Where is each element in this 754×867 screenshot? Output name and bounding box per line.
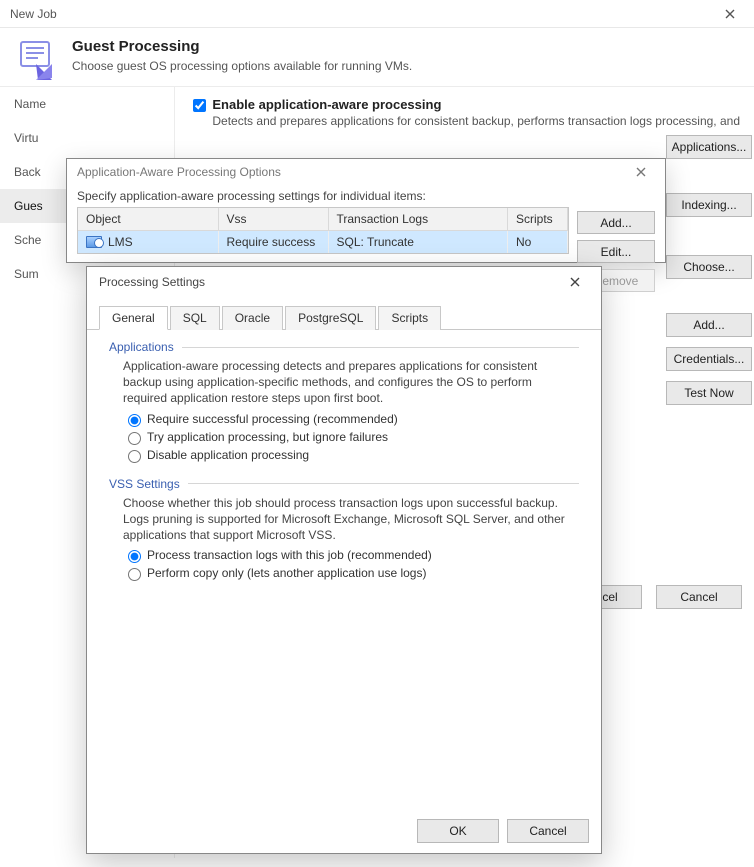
radio-try-ignore-input[interactable] <box>128 432 141 445</box>
window-close-button[interactable] <box>712 2 748 26</box>
proc-footer: OK Cancel <box>87 809 601 853</box>
enable-app-aware-row: Enable application-aware processing Dete… <box>189 97 740 128</box>
close-icon <box>725 9 735 19</box>
radio-try-ignore[interactable]: Try application processing, but ignore f… <box>123 429 579 445</box>
step-virtual-machines[interactable]: Virtu <box>0 121 174 155</box>
aware-add-button[interactable]: Add... <box>577 211 655 234</box>
tab-general[interactable]: General <box>99 306 168 330</box>
close-icon <box>636 167 646 177</box>
guest-processing-icon <box>16 38 58 80</box>
radio-try-ignore-label: Try application processing, but ignore f… <box>147 430 388 444</box>
vss-group: VSS Settings Choose whether this job sho… <box>109 477 579 584</box>
col-scripts[interactable]: Scripts <box>508 208 568 231</box>
table-header-row: Object Vss Transaction Logs Scripts <box>78 208 568 231</box>
proc-tabs: General SQL Oracle PostgreSQL Scripts <box>87 305 601 330</box>
tab-oracle[interactable]: Oracle <box>222 306 283 330</box>
radio-copy-only-label: Perform copy only (lets another applicat… <box>147 566 426 580</box>
radio-require-success-input[interactable] <box>128 414 141 427</box>
add-button[interactable]: Add... <box>666 313 752 337</box>
col-object[interactable]: Object <box>78 208 218 231</box>
app-aware-options-dialog: Application-Aware Processing Options Spe… <box>66 158 666 263</box>
radio-disable-input[interactable] <box>128 450 141 463</box>
page-title: Guest Processing <box>72 38 412 55</box>
proc-ok-button[interactable]: OK <box>417 819 499 843</box>
cell-txlogs: SQL: Truncate <box>328 231 508 254</box>
indexing-button[interactable]: Indexing... <box>666 193 752 217</box>
wizard-header: Guest Processing Choose guest OS process… <box>0 28 754 87</box>
enable-app-aware-checkbox[interactable] <box>193 99 206 112</box>
right-button-column: Applications... Indexing... Choose... Ad… <box>666 135 752 405</box>
vm-icon <box>86 236 102 248</box>
window-title: New Job <box>10 7 57 21</box>
applications-description: Application-aware processing detects and… <box>123 358 579 407</box>
vss-description: Choose whether this job should process t… <box>123 495 579 544</box>
proc-content: Applications Application-aware processin… <box>87 330 601 809</box>
radio-disable-label: Disable application processing <box>147 448 309 462</box>
applications-legend: Applications <box>109 340 174 354</box>
credentials-button[interactable]: Credentials... <box>666 347 752 371</box>
radio-process-logs-input[interactable] <box>128 550 141 563</box>
applications-group: Applications Application-aware processin… <box>109 340 579 465</box>
col-txlogs[interactable]: Transaction Logs <box>328 208 508 231</box>
app-aware-title: Application-Aware Processing Options <box>77 165 281 179</box>
app-aware-close-button[interactable] <box>623 161 659 183</box>
proc-titlebar: Processing Settings <box>87 267 601 297</box>
proc-cancel-button[interactable]: Cancel <box>507 819 589 843</box>
cell-vss: Require success <box>218 231 328 254</box>
enable-app-aware-desc: Detects and prepares applications for co… <box>212 114 740 128</box>
enable-app-aware-label: Enable application-aware processing <box>212 97 740 112</box>
col-vss[interactable]: Vss <box>218 208 328 231</box>
aware-edit-button[interactable]: Edit... <box>577 240 655 263</box>
radio-disable[interactable]: Disable application processing <box>123 447 579 463</box>
test-now-button[interactable]: Test Now <box>666 381 752 405</box>
table-row[interactable]: LMS Require success SQL: Truncate No <box>78 231 568 254</box>
radio-require-success-label: Require successful processing (recommend… <box>147 412 398 426</box>
applications-button[interactable]: Applications... <box>666 135 752 159</box>
radio-require-success[interactable]: Require successful processing (recommend… <box>123 411 579 427</box>
window-titlebar: New Job <box>0 0 754 28</box>
cell-object: LMS <box>78 231 218 254</box>
page-subtitle: Choose guest OS processing options avail… <box>72 59 412 73</box>
app-aware-caption: Specify application-aware processing set… <box>67 185 665 207</box>
radio-process-logs-label: Process transaction logs with this job (… <box>147 548 432 562</box>
wizard-cancel-button[interactable]: Cancel <box>656 585 742 609</box>
proc-title: Processing Settings <box>99 275 205 289</box>
choose-button[interactable]: Choose... <box>666 255 752 279</box>
close-icon <box>570 277 580 287</box>
radio-copy-only[interactable]: Perform copy only (lets another applicat… <box>123 565 579 581</box>
tab-sql[interactable]: SQL <box>170 306 220 330</box>
app-aware-table: Object Vss Transaction Logs Scripts LMS … <box>77 207 569 254</box>
tab-postgresql[interactable]: PostgreSQL <box>285 306 376 330</box>
radio-process-logs[interactable]: Process transaction logs with this job (… <box>123 547 579 563</box>
vss-legend: VSS Settings <box>109 477 180 491</box>
cell-object-text: LMS <box>108 235 133 249</box>
proc-close-button[interactable] <box>557 270 593 294</box>
tab-scripts[interactable]: Scripts <box>378 306 441 330</box>
radio-copy-only-input[interactable] <box>128 568 141 581</box>
app-aware-titlebar: Application-Aware Processing Options <box>67 159 665 185</box>
processing-settings-dialog: Processing Settings General SQL Oracle P… <box>86 266 602 854</box>
step-name[interactable]: Name <box>0 87 174 121</box>
cell-scripts: No <box>508 231 568 254</box>
